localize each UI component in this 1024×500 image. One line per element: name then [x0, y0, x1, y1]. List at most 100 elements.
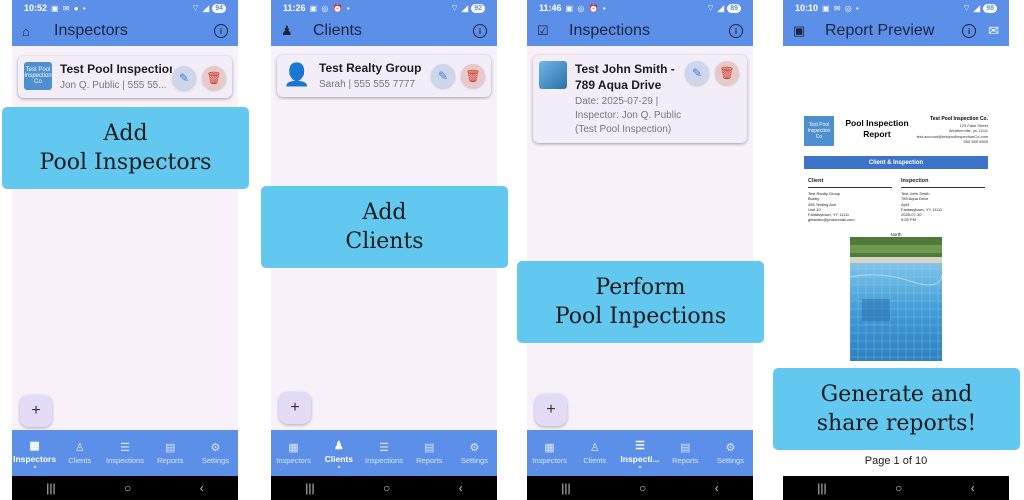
add-inspection-button[interactable]: +: [535, 394, 567, 426]
inspection-details: Date: 2025-07-29 | Inspector: Jon Q. Pub…: [575, 96, 682, 135]
nav-clients[interactable]: ♟ Clients: [316, 430, 361, 476]
bottom-nav: ▦ Inspectors ♙ Clients ☰ Inspecti... ▤ Repor…: [527, 430, 753, 476]
person-icon: ♙: [74, 442, 85, 454]
gear-icon: ⚙: [469, 442, 480, 454]
back-icon[interactable]: ‹: [459, 481, 463, 495]
nav-label: Reports: [672, 456, 699, 465]
add-inspector-button[interactable]: +: [20, 395, 52, 427]
inspection-column: Inspection Test John Smith 789 Aqua Driv…: [901, 178, 985, 223]
back-icon[interactable]: ‹: [715, 481, 719, 495]
nav-reports[interactable]: ▤ Reports: [407, 430, 452, 476]
page-title: Report Preview: [825, 22, 935, 39]
document-icon: ▤: [424, 442, 435, 454]
recents-icon[interactable]: |||: [817, 481, 826, 495]
nav-inspectors[interactable]: ▦ Inspectors: [271, 430, 316, 476]
system-nav-bar: ||| ○ ‹: [783, 476, 1009, 500]
app-bar: ☑ Inspections i: [527, 16, 753, 46]
inspector-card[interactable]: Test Pool Inspection Co Test Pool Inspec…: [18, 56, 232, 98]
status-bar: 11:26 ▣ ◎ ⏰ • ⌔ ◢ 92: [271, 0, 497, 16]
callout-perform-inspections: Perform Pool Inpections: [517, 261, 764, 343]
nav-inspectors[interactable]: ▦ Inspectors: [527, 430, 572, 476]
inspection-line: 9:05 PM: [901, 217, 916, 223]
page-title: Inspections: [569, 22, 650, 39]
edit-button[interactable]: ✎: [172, 66, 196, 90]
inspection-title: Test John Smith - 789 Aqua Drive: [575, 62, 675, 92]
nav-label: Settings: [201, 456, 229, 465]
notification-icons: ▣ ◎ ⏰ •: [309, 3, 351, 13]
edit-button[interactable]: ✎: [685, 61, 709, 85]
bottom-nav: ▦ Inspectors ♟ Clients ☰ Inspections ▤ Repor…: [271, 430, 497, 476]
nav-label: Clients: [583, 456, 607, 465]
company-line: test.account@testpoolinspectionCo.com: [916, 133, 988, 139]
status-bar: 10:10 ▣ ✉ ◎ • ⌔ ◢ 98: [783, 0, 1009, 16]
info-icon[interactable]: i: [214, 24, 228, 38]
status-bar: 10:52 ▣ ✉ ● • ⌔ ◢ 94: [12, 0, 238, 16]
app-bar: ▣ Report Preview i ✉: [783, 16, 1009, 46]
company-name: Test Pool Inspection Co.: [930, 116, 988, 122]
home-button-icon[interactable]: ○: [639, 481, 646, 495]
status-time: 10:10: [795, 3, 819, 13]
building-icon: ▦: [29, 439, 40, 452]
back-icon[interactable]: ‹: [200, 481, 204, 495]
nav-clients[interactable]: ♙ Clients: [572, 430, 617, 476]
recents-icon[interactable]: |||: [305, 481, 314, 495]
nav-label: Inspecti...: [620, 453, 660, 464]
email-icon[interactable]: ✉: [988, 23, 999, 39]
home-button-icon[interactable]: ○: [895, 481, 902, 495]
nav-reports[interactable]: ▤ Reports: [148, 430, 193, 476]
document-icon: ▣: [793, 23, 806, 38]
nav-label: Inspectors: [13, 453, 57, 464]
notification-icons: ▣ ✉ ◎ •: [822, 3, 860, 13]
status-right: ⌔ ◢ 98: [962, 3, 997, 14]
battery-badge: 92: [471, 3, 485, 13]
delete-button[interactable]: 🗑: [715, 61, 739, 85]
nav-settings[interactable]: ⚙ Settings: [193, 430, 238, 476]
home-button-icon[interactable]: ○: [383, 481, 390, 495]
recents-icon[interactable]: |||: [46, 481, 55, 495]
phone-inspections: 11:46 ▣ ◎ ⏰ • ⌔ ◢ 89 ☑ Inspections i Tes…: [527, 0, 753, 500]
pool-thumbnail: [539, 61, 567, 89]
nav-inspections[interactable]: ☰ Inspecti...: [617, 430, 662, 476]
inspector-name: Test Pool Inspection: [60, 62, 172, 76]
nav-inspectors[interactable]: ▦ Inspectors: [12, 430, 57, 476]
home-button-icon[interactable]: ○: [124, 481, 131, 495]
delete-button[interactable]: 🗑: [202, 66, 226, 90]
delete-button[interactable]: 🗑: [461, 64, 485, 88]
company-line: 555 555 5555: [963, 139, 988, 144]
nav-label: Clients: [324, 453, 353, 464]
status-time: 11:26: [283, 3, 306, 13]
trash-icon: 🗑: [465, 69, 481, 83]
nav-clients[interactable]: ♙ Clients: [57, 430, 102, 476]
active-dot: [639, 465, 641, 468]
recents-icon[interactable]: |||: [561, 481, 570, 495]
nav-settings[interactable]: ⚙ Settings: [708, 430, 753, 476]
edit-button[interactable]: ✎: [431, 64, 455, 88]
pool-photo: [850, 237, 942, 361]
checklist-icon: ☰: [120, 442, 130, 454]
nav-reports[interactable]: ▤ Reports: [663, 430, 708, 476]
info-icon[interactable]: i: [729, 24, 743, 38]
nav-inspections[interactable]: ☰ Inspections: [361, 430, 406, 476]
callout-generate-reports: Generate and share reports!: [773, 368, 1020, 450]
nav-inspections[interactable]: ☰ Inspections: [102, 430, 147, 476]
nav-label: Inspections: [106, 456, 144, 465]
building-icon: ▦: [288, 442, 299, 454]
person-icon: ♟: [281, 23, 293, 38]
section-band: Client & Inspection: [804, 156, 988, 169]
app-bar: ♟ Clients i: [271, 16, 497, 46]
battery-badge: 98: [983, 3, 997, 13]
info-icon[interactable]: i: [473, 24, 487, 38]
system-nav-bar: ||| ○ ‹: [271, 476, 497, 500]
phone-inspectors: 10:52 ▣ ✉ ● • ⌔ ◢ 94 ⌂ Inspectors i Test…: [12, 0, 238, 500]
active-dot: [33, 465, 36, 468]
info-icon[interactable]: i: [962, 24, 977, 38]
client-card[interactable]: 👤 Test Realty Group Sarah | 555 555 7777: [277, 55, 491, 97]
nav-label: Reports: [157, 456, 184, 465]
person-icon: ♟: [333, 439, 344, 452]
add-client-button[interactable]: +: [279, 392, 311, 424]
inspection-heading: Inspection: [901, 178, 985, 189]
nav-settings[interactable]: ⚙ Settings: [452, 430, 497, 476]
plus-icon: +: [31, 402, 41, 419]
person-avatar-icon: 👤: [283, 62, 311, 87]
back-icon[interactable]: ‹: [971, 481, 975, 495]
